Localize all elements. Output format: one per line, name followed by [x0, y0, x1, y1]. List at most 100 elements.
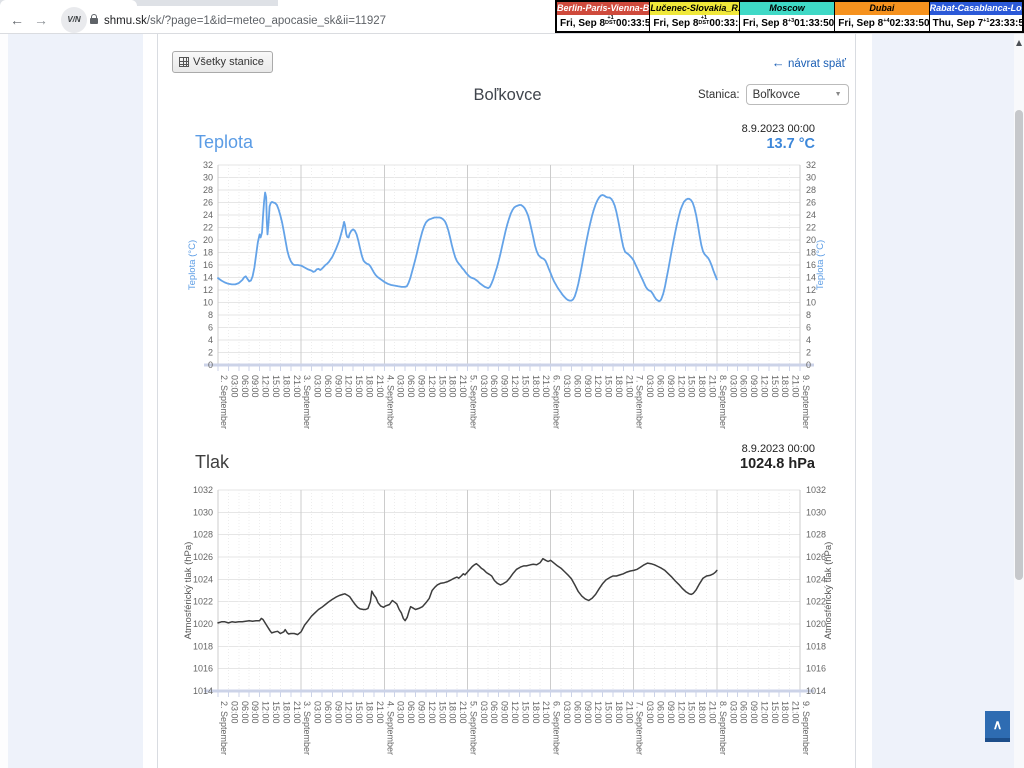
svg-text:24: 24 [806, 210, 816, 220]
svg-text:32: 32 [203, 160, 213, 170]
clock-offset: +1 [983, 19, 989, 24]
svg-text:09:00: 09:00 [666, 701, 676, 724]
svg-text:21:00: 21:00 [292, 701, 302, 724]
station-select[interactable]: Boľkovce ▼ [746, 84, 849, 105]
svg-text:3. September: 3. September [302, 701, 312, 755]
svg-text:06:00: 06:00 [323, 701, 333, 724]
svg-text:12: 12 [203, 285, 213, 295]
svg-text:18:00: 18:00 [281, 701, 291, 724]
clock-dst: DST [698, 21, 709, 26]
svg-text:15:00: 15:00 [770, 701, 780, 724]
svg-text:9. September: 9. September [801, 375, 811, 429]
clock-date: Fri, Sep 8 [560, 18, 605, 29]
scroll-up-icon[interactable] [1016, 40, 1022, 46]
all-stations-button[interactable]: Všetky stanice [172, 51, 273, 73]
scroll-to-top-button[interactable]: ∧ [985, 711, 1010, 742]
svg-text:32: 32 [806, 160, 816, 170]
svg-text:18:00: 18:00 [281, 375, 291, 398]
svg-text:18:00: 18:00 [780, 375, 790, 398]
svg-text:03:00: 03:00 [645, 701, 655, 724]
svg-text:5. September: 5. September [468, 375, 478, 429]
clock-city-label: Rabat-Casablanca-London [930, 2, 1022, 15]
svg-text:1016: 1016 [193, 664, 213, 674]
svg-text:18:00: 18:00 [448, 375, 458, 398]
svg-text:8. September: 8. September [718, 375, 728, 429]
svg-text:22: 22 [203, 223, 213, 233]
svg-text:21:00: 21:00 [791, 375, 801, 398]
svg-text:09:00: 09:00 [749, 375, 759, 398]
svg-text:26: 26 [806, 198, 816, 208]
svg-text:1018: 1018 [806, 641, 826, 651]
svg-text:6. September: 6. September [552, 701, 562, 755]
clock-dubai: Dubai Fri, Sep 8+402:33:50 [835, 2, 928, 31]
svg-text:03:00: 03:00 [396, 701, 406, 724]
lock-icon[interactable] [90, 18, 98, 24]
svg-text:03:00: 03:00 [479, 375, 489, 398]
pressure-chart[interactable]: 1014101410161016101810181020102010221022… [183, 482, 835, 768]
svg-text:15:00: 15:00 [604, 375, 614, 398]
svg-text:18:00: 18:00 [365, 701, 375, 724]
pressure-current-value: 1024.8 hPa [615, 456, 815, 472]
svg-text:10: 10 [203, 298, 213, 308]
svg-text:1024: 1024 [193, 574, 213, 584]
scrollbar[interactable] [1014, 34, 1024, 768]
svg-text:09:00: 09:00 [333, 701, 343, 724]
scrollbar-thumb[interactable] [1015, 110, 1023, 580]
svg-text:06:00: 06:00 [240, 375, 250, 398]
back-button[interactable]: ← [6, 9, 28, 31]
svg-text:28: 28 [203, 185, 213, 195]
svg-text:21:00: 21:00 [624, 375, 634, 398]
svg-text:Teplota (°C): Teplota (°C) [815, 240, 826, 290]
svg-text:1032: 1032 [806, 485, 826, 495]
svg-text:1028: 1028 [806, 530, 826, 540]
svg-text:06:00: 06:00 [739, 375, 749, 398]
svg-text:06:00: 06:00 [656, 701, 666, 724]
svg-text:06:00: 06:00 [572, 701, 582, 724]
svg-text:15:00: 15:00 [604, 701, 614, 724]
svg-text:09:00: 09:00 [749, 701, 759, 724]
clock-berlin: Berlin-Paris-Vienna-Belgrade Fri, Sep 8+… [557, 2, 649, 31]
svg-text:2. September: 2. September [219, 701, 229, 755]
return-back-link[interactable]: ← návrat späť [756, 55, 846, 70]
svg-text:15:00: 15:00 [271, 375, 281, 398]
url-field[interactable]: shmu.sk/sk/?page=1&id=meteo_apocasie_sk&… [104, 15, 386, 27]
svg-text:6. September: 6. September [552, 375, 562, 429]
clock-offset: +3 [788, 19, 794, 24]
svg-text:09:00: 09:00 [500, 701, 510, 724]
svg-text:09:00: 09:00 [250, 701, 260, 724]
clock-time: 23:33:50 [989, 18, 1022, 29]
svg-text:12:00: 12:00 [593, 701, 603, 724]
svg-text:21:00: 21:00 [707, 701, 717, 724]
svg-text:06:00: 06:00 [240, 701, 250, 724]
svg-text:12:00: 12:00 [759, 375, 769, 398]
svg-text:1030: 1030 [806, 507, 826, 517]
temperature-chart[interactable]: 0022446688101012121414161618182020222224… [183, 158, 835, 434]
svg-text:16: 16 [203, 260, 213, 270]
svg-text:24: 24 [203, 210, 213, 220]
svg-text:03:00: 03:00 [728, 701, 738, 724]
svg-text:21:00: 21:00 [458, 375, 468, 398]
svg-text:21:00: 21:00 [541, 375, 551, 398]
clock-time: 01:33:50 [794, 18, 834, 29]
svg-text:2: 2 [806, 348, 811, 358]
svg-text:8: 8 [208, 310, 213, 320]
clock-date: Fri, Sep 8 [838, 18, 883, 29]
svg-text:06:00: 06:00 [323, 375, 333, 398]
svg-text:06:00: 06:00 [656, 375, 666, 398]
svg-text:03:00: 03:00 [313, 375, 323, 398]
clock-city-label: Lučenec-Slovakia_R.Dávid [650, 2, 738, 15]
svg-text:09:00: 09:00 [250, 375, 260, 398]
forward-button[interactable]: → [30, 9, 52, 31]
temperature-chart-title: Teplota [195, 132, 253, 153]
svg-text:09:00: 09:00 [333, 375, 343, 398]
grid [204, 165, 814, 371]
svg-text:18:00: 18:00 [531, 701, 541, 724]
clock-date: Thu, Sep 7 [933, 18, 984, 29]
svg-text:3. September: 3. September [302, 375, 312, 429]
svg-text:0: 0 [806, 360, 811, 370]
svg-text:15:00: 15:00 [687, 375, 697, 398]
svg-text:12:00: 12:00 [510, 375, 520, 398]
vpn-extension-icon[interactable]: V/N [61, 7, 87, 33]
svg-text:2: 2 [208, 348, 213, 358]
svg-text:8: 8 [806, 310, 811, 320]
